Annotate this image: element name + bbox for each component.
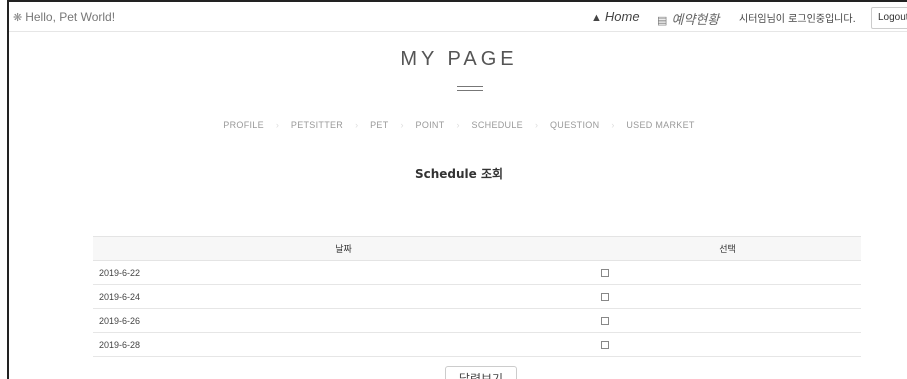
mypage-subnav: PROFILE › PETSITTER › PET › POINT › SCHEDULE › QUE… <box>9 120 907 130</box>
row-date: 2019-6-22 <box>93 260 349 285</box>
brand[interactable]: ❋ Hello, Pet World! <box>13 10 115 24</box>
subnav-petsitter[interactable]: PETSITTER <box>285 120 349 130</box>
table-header-row: 날짜 선택 <box>93 236 861 261</box>
title-divider <box>457 86 483 94</box>
top-navbar: ❋ Hello, Pet World! ▲ Home ▤ 예약현황 시터임님이 로그인… <box>9 2 907 32</box>
brand-text: Hello, Pet World! <box>25 10 116 24</box>
row-select-checkbox[interactable] <box>601 293 609 302</box>
row-date: 2019-6-24 <box>93 284 349 309</box>
row-date: 2019-6-26 <box>93 308 349 333</box>
row-select-checkbox[interactable] <box>601 317 609 326</box>
subnav-pet[interactable]: PET <box>364 120 394 130</box>
subnav-question[interactable]: QUESTION <box>544 120 605 130</box>
logout-button[interactable]: Logout <box>871 7 907 29</box>
table-row: 2019-6-24 <box>93 284 861 309</box>
row-select-checkbox[interactable] <box>601 341 609 350</box>
subnav-schedule[interactable]: SCHEDULE <box>466 120 529 130</box>
table-row: 2019-6-28 <box>93 332 861 357</box>
nav-reservation-link[interactable]: ▤ 예약현황 <box>657 9 719 28</box>
nav-reservation-label: 예약현황 <box>671 12 720 27</box>
table-row: 2019-6-26 <box>93 308 861 333</box>
section-title: Schedule 조회 <box>414 167 504 181</box>
table-row: 2019-6-22 <box>93 260 861 285</box>
subnav-used-market[interactable]: USED MARKET <box>620 120 700 130</box>
nav-home-link[interactable]: ▲ Home <box>591 9 640 24</box>
subnav-profile[interactable]: PROFILE <box>217 120 270 130</box>
nav-home-label: Home <box>604 9 640 24</box>
subnav-point[interactable]: POINT <box>410 120 451 130</box>
calendar-view-button[interactable]: 달력보기 <box>445 366 517 379</box>
login-status: 시터임님이 로그인중입니다. <box>739 14 856 25</box>
row-select-checkbox[interactable] <box>601 269 609 278</box>
row-date: 2019-6-28 <box>93 332 349 357</box>
home-icon: ▲ <box>591 12 602 24</box>
schedule-table: 날짜 선택 2019-6-22 2019-6-24 2019-6-26 2019 <box>93 236 861 357</box>
column-header-select: 선택 <box>594 236 861 261</box>
page-title: MY PAGE <box>400 48 518 70</box>
browser-frame: ❋ Hello, Pet World! ▲ Home ▤ 예약현황 시터임님이 로그인… <box>7 0 907 379</box>
column-header-date: 날짜 <box>93 236 594 261</box>
paw-icon: ❋ <box>13 12 23 24</box>
clipboard-icon: ▤ <box>657 15 668 27</box>
